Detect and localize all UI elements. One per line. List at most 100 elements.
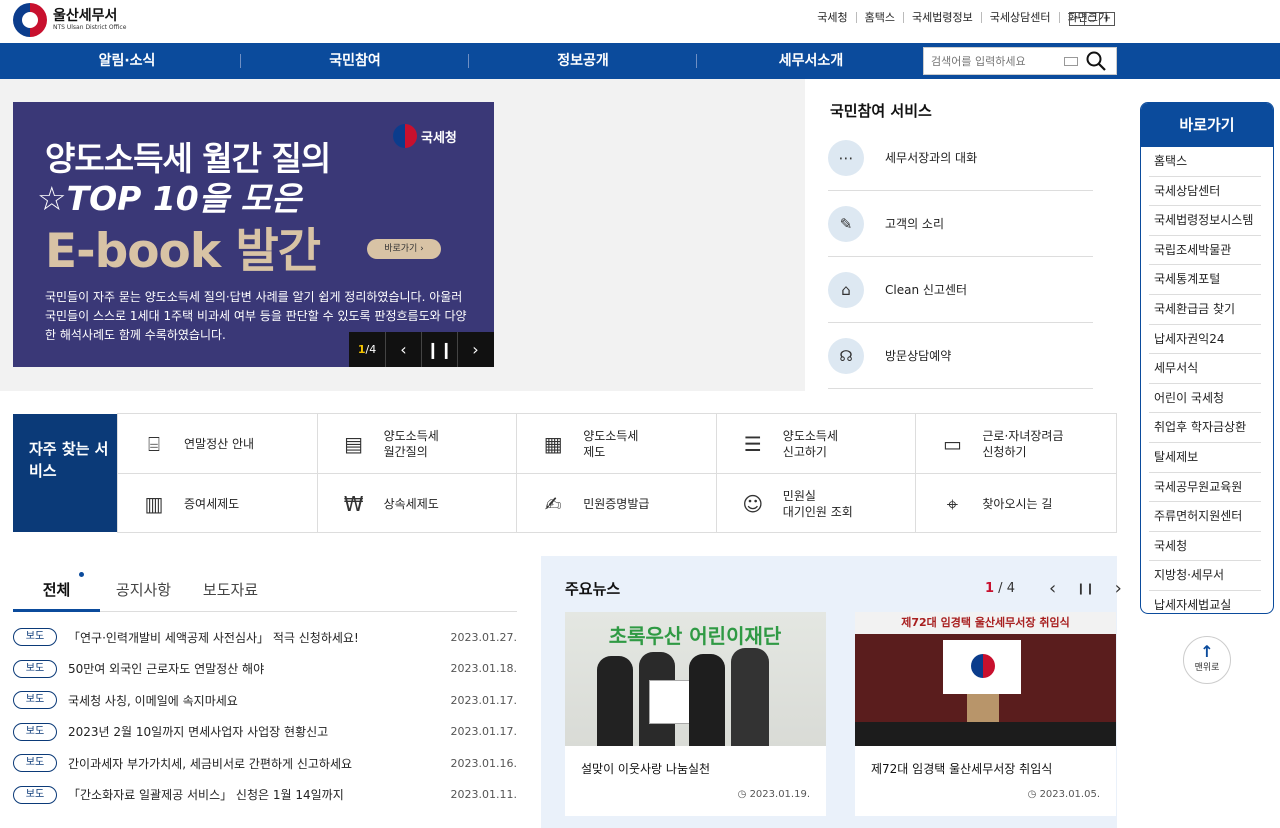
press-badge: 보도 bbox=[13, 785, 57, 804]
press-badge: 보도 bbox=[13, 691, 57, 709]
news-title[interactable]: 「연구·인력개발비 세액공제 사전심사」 적극 신청하세요! bbox=[68, 629, 451, 646]
news-date: 2023.01.17. bbox=[450, 725, 517, 738]
nav-item-participation[interactable]: 국민참여 bbox=[241, 43, 469, 79]
util-link-law[interactable]: 국세법령정보 bbox=[903, 12, 981, 23]
frequent-item-transfer-qa[interactable]: ▤ 양도소득세 월간질의 bbox=[317, 414, 518, 474]
news-title[interactable]: 간이과세자 부가가치세, 세금비서로 간편하게 신고하세요 bbox=[68, 755, 451, 772]
tab-press[interactable]: 보도자료 bbox=[187, 570, 274, 612]
frequent-item-directions[interactable]: ⌖ 찾아오시는 길 bbox=[916, 474, 1116, 533]
quick-link-item[interactable]: 납세자세법교실 bbox=[1149, 591, 1261, 613]
zoom-controls: − ○ + bbox=[1069, 12, 1115, 26]
tab-notice[interactable]: 공지사항 bbox=[100, 570, 187, 612]
main-news-controls: 1 / 4 ‹ ❙❙ › bbox=[985, 578, 1132, 599]
news-tabs: 전체 공지사항 보도자료 bbox=[13, 570, 517, 612]
search-input[interactable] bbox=[924, 54, 1064, 68]
quick-link-item[interactable]: 지방청·세무서 bbox=[1149, 561, 1261, 591]
press-badge: 보도 bbox=[13, 628, 57, 646]
site-logo[interactable]: 울산세무서 NTS Ulsan District Office bbox=[13, 3, 143, 37]
certificate-icon: ✍ bbox=[544, 491, 562, 516]
service-item-dialogue[interactable]: ⋯ 세무서장과의 대화 bbox=[828, 125, 1093, 191]
news-list-item[interactable]: 보도 2023년 2월 10일까지 면세사업자 사업장 현황신고 2023.01.1… bbox=[13, 722, 517, 742]
quick-link-item[interactable]: 국세통계포털 bbox=[1149, 265, 1261, 295]
news-card-caption: 제72대 임경택 울산세무서장 취임식 bbox=[871, 762, 1053, 776]
service-item-voice[interactable]: ✎ 고객의 소리 bbox=[828, 191, 1093, 257]
news-title[interactable]: 「간소화자료 일괄제공 서비스」 신청은 1월 14일까지 bbox=[68, 786, 451, 803]
banner-next-button[interactable]: › bbox=[457, 332, 493, 367]
logo-title: 울산세무서 bbox=[53, 8, 118, 24]
search-icon[interactable] bbox=[1086, 51, 1106, 71]
calculator-icon: ▦ bbox=[543, 431, 563, 456]
search-box bbox=[923, 47, 1117, 75]
banner-go-button[interactable]: 바로가기 › bbox=[367, 239, 441, 259]
frequent-item-year-end[interactable]: ⌸ 연말정산 안내 bbox=[118, 414, 318, 474]
quick-link-item[interactable]: 탈세제보 bbox=[1149, 443, 1261, 473]
services-title: 국민참여 서비스 bbox=[830, 102, 932, 120]
service-item-clean[interactable]: ⌂ Clean 신고센터 bbox=[828, 257, 1093, 323]
quick-link-item[interactable]: 납세자권익24 bbox=[1149, 325, 1261, 355]
news-date: 2023.01.11. bbox=[450, 788, 517, 801]
banner-prev-button[interactable]: ‹ bbox=[385, 332, 421, 367]
nts-logo-icon bbox=[393, 124, 417, 148]
util-link-hometax[interactable]: 홈택스 bbox=[855, 12, 903, 23]
util-link-nts[interactable]: 국세청 bbox=[809, 12, 855, 23]
frequent-item-certificate[interactable]: ✍ 민원증명발급 bbox=[517, 474, 717, 533]
zoom-reset-button[interactable]: ○ bbox=[1084, 12, 1100, 26]
news-date: 2023.01.17. bbox=[450, 693, 517, 707]
card-hand-icon: ▤ bbox=[344, 431, 364, 456]
arrow-up-icon: ↑ bbox=[1200, 642, 1214, 661]
quick-link-item[interactable]: 국세공무원교육원 bbox=[1149, 473, 1261, 503]
news-card-caption: 설맞이 이웃사랑 나눔실천 bbox=[581, 762, 711, 776]
quick-link-item[interactable]: 세무서식 bbox=[1149, 354, 1261, 384]
quick-link-item[interactable]: 주류면허지원센터 bbox=[1149, 502, 1261, 532]
scroll-top-button[interactable]: ↑ 맨위로 bbox=[1183, 636, 1231, 684]
news-card[interactable]: 초록우산 어린이재단 설맞이 이웃사랑 나눔실천 ◷ 2023.01.19. bbox=[565, 612, 826, 816]
chat-icon: ⋯ bbox=[828, 139, 864, 176]
quick-link-item[interactable]: 취업후 학자금상환 bbox=[1149, 413, 1261, 443]
util-link-counsel[interactable]: 국세상담센터 bbox=[980, 12, 1059, 23]
news-title[interactable]: 50만여 외국인 근로자도 연말정산 해야 bbox=[68, 660, 451, 677]
frequent-services-title: 자주 찾는 서비스 bbox=[13, 414, 117, 532]
quick-link-item[interactable]: 어린이 국세청 bbox=[1149, 384, 1261, 414]
news-list-item[interactable]: 보도 「연구·인력개발비 세액공제 사전심사」 적극 신청하세요! 2023.01.… bbox=[13, 627, 517, 647]
frequent-item-gift-tax[interactable]: ▥ 증여세제도 bbox=[118, 474, 318, 533]
nav-item-about[interactable]: 세무서소개 bbox=[697, 43, 925, 79]
coin-hand-icon: ₩ bbox=[343, 491, 364, 516]
nav-item-disclosure[interactable]: 정보공개 bbox=[469, 43, 697, 79]
tab-all[interactable]: 전체 bbox=[13, 570, 100, 612]
keyboard-icon[interactable] bbox=[1064, 56, 1078, 66]
service-item-visit[interactable]: ☊ 방문상담예약 bbox=[828, 323, 1093, 389]
frequent-item-incentive[interactable]: ▭ 근로·자녀장려금 신청하기 bbox=[916, 414, 1116, 474]
news-title[interactable]: 2023년 2월 10일까지 면세사업자 사업장 현황신고 bbox=[68, 723, 451, 740]
quick-link-item[interactable]: 국립조세박물관 bbox=[1149, 236, 1261, 266]
news-photo-inauguration: 제72대 임경택 울산세무서장 취임식 bbox=[855, 612, 1116, 746]
zoom-out-button[interactable]: − bbox=[1069, 12, 1085, 26]
news-list-item[interactable]: 보도 「간소화자료 일괄제공 서비스」 신청은 1월 14일까지 2023.01.1… bbox=[13, 785, 517, 805]
news-card[interactable]: 제72대 임경택 울산세무서장 취임식 제72대 임경택 울산세무서장 취임식 … bbox=[855, 612, 1116, 816]
nav-item-notice[interactable]: 알림·소식 bbox=[13, 43, 241, 79]
quick-link-item[interactable]: 국세청 bbox=[1149, 532, 1261, 562]
main-news-next-button[interactable]: › bbox=[1115, 578, 1122, 599]
news-card-date: ◷ 2023.01.05. bbox=[1027, 789, 1100, 800]
quick-link-item[interactable]: 국세법령정보시스템 bbox=[1149, 206, 1261, 236]
pen-icon: ✎ bbox=[828, 205, 864, 242]
news-title[interactable]: 국세청 사칭, 이메일에 속지마세요 bbox=[68, 692, 451, 709]
quick-link-item[interactable]: 국세환급금 찾기 bbox=[1149, 295, 1261, 325]
main-news-title: 주요뉴스 bbox=[565, 580, 621, 598]
news-list-item[interactable]: 보도 국세청 사칭, 이메일에 속지마세요 2023.01.17. bbox=[13, 690, 517, 710]
news-list-item[interactable]: 보도 간이과세자 부가가치세, 세금비서로 간편하게 신고하세요 2023.01.1… bbox=[13, 753, 517, 773]
frequent-item-waiting[interactable]: ☺ 민원실 대기인원 조회 bbox=[717, 474, 917, 533]
main-banner[interactable]: 국세청 양도소득세 월간 질의 ☆TOP 10을 모은 E-book 발간 바로… bbox=[13, 102, 494, 367]
quick-link-item[interactable]: 홈택스 bbox=[1149, 147, 1261, 177]
bookmark-icon: ⌸ bbox=[148, 431, 160, 456]
frequent-item-transfer-system[interactable]: ▦ 양도소득세 제도 bbox=[517, 414, 717, 474]
news-list-item[interactable]: 보도 50만여 외국인 근로자도 연말정산 해야 2023.01.18. bbox=[13, 659, 517, 679]
quick-link-item[interactable]: 국세상담센터 bbox=[1149, 177, 1261, 207]
zoom-in-button[interactable]: + bbox=[1099, 12, 1115, 26]
main-news-pause-button[interactable]: ❙❙ bbox=[1076, 582, 1094, 595]
main-news-prev-button[interactable]: ‹ bbox=[1049, 578, 1056, 599]
frequent-item-inheritance-tax[interactable]: ₩ 상속세제도 bbox=[318, 474, 518, 533]
document-icon: ▭ bbox=[942, 431, 962, 456]
banner-pause-button[interactable]: ❙❙ bbox=[421, 332, 457, 367]
taegeuk-logo-icon bbox=[13, 3, 47, 37]
frequent-item-transfer-report[interactable]: ☰ 양도소득세 신고하기 bbox=[716, 414, 917, 474]
